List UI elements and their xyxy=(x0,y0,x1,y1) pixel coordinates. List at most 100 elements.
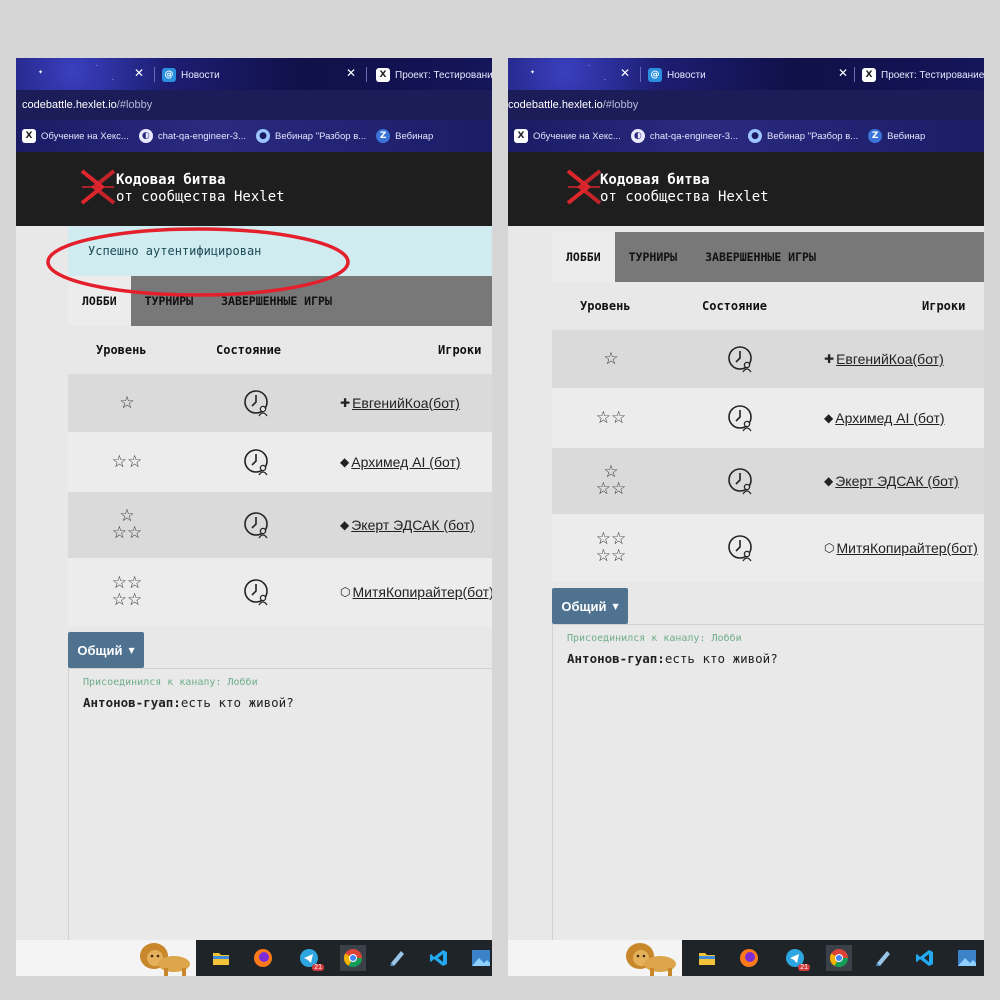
notes-icon[interactable] xyxy=(384,945,410,971)
files-icon[interactable] xyxy=(208,945,234,971)
chat-channel-dropdown[interactable]: Общий ▼ xyxy=(68,632,144,668)
chat-icon: ◐ xyxy=(138,129,153,143)
photos-icon[interactable] xyxy=(468,945,492,971)
hexlet-icon: X xyxy=(862,68,876,82)
tab-lobby[interactable]: ЛОББИ xyxy=(68,276,131,326)
site-logo-text[interactable]: Кодовая битва от сообщества Hexlet xyxy=(600,172,769,206)
player-link[interactable]: Экерт ЭДСАК (бот) xyxy=(835,473,958,489)
globe-icon: ● xyxy=(748,129,763,143)
player-link[interactable]: ЕвгенийКоа(бот) xyxy=(352,395,460,411)
waiting-clock-icon xyxy=(728,535,752,562)
close-tab-icon[interactable]: ✕ xyxy=(346,66,356,80)
column-state[interactable]: Состояние xyxy=(216,326,281,374)
player-link[interactable]: Экерт ЭДСАК (бот) xyxy=(351,517,474,533)
bot-lang-icon: ◆ xyxy=(824,411,834,425)
players-cell: ◆ Экерт ЭДСАК (бот) xyxy=(340,492,492,558)
tab-finished-games[interactable]: ЗАВЕРШЕННЫЕ ИГРЫ xyxy=(207,276,346,326)
table-row[interactable]: ☆☆ ◆ Архимед AI (бот) xyxy=(552,388,984,448)
close-tab-icon[interactable]: ✕ xyxy=(134,66,144,80)
level-stars-row2: ☆☆ xyxy=(111,590,143,610)
tab-project[interactable]: X Проект: Тестирование xyxy=(376,66,492,84)
player-link[interactable]: ЕвгенийКоа(бот) xyxy=(836,351,944,367)
waiting-clock-icon xyxy=(728,468,752,495)
decor-star: · xyxy=(96,63,98,70)
bookmark-label: chat-qa-engineer-3... xyxy=(157,130,247,142)
address-bar[interactable]: codebattle.hexlet.io/#lobby xyxy=(16,90,492,120)
bookmark-hexlet[interactable]: X Обучение на Хекс... xyxy=(22,129,129,143)
firefox-icon[interactable] xyxy=(250,945,276,971)
telegram-icon[interactable]: 21 xyxy=(296,945,324,971)
bookmark-webinar[interactable]: ● Вебинар "Разбор в... xyxy=(748,129,858,143)
chat-system-message: Присоединился к каналу: Лобби xyxy=(567,633,742,644)
lion-icon xyxy=(140,943,190,976)
column-players[interactable]: Игроки xyxy=(438,326,481,374)
column-players[interactable]: Игроки xyxy=(922,282,965,330)
hexlet-logo-icon[interactable] xyxy=(564,167,604,207)
chat-channel-dropdown[interactable]: Общий ▼ xyxy=(552,588,628,624)
bookmark-chat[interactable]: ◐ chat-qa-engineer-3... xyxy=(138,129,247,143)
tab-news-label: Новости xyxy=(181,69,220,81)
column-level[interactable]: Уровень xyxy=(580,282,631,330)
star-icon: ☆ xyxy=(119,394,134,412)
tab-lobby[interactable]: ЛОББИ xyxy=(552,232,615,282)
screenshot-after: ✦ · · ✕ @ Новости ✕ X Проект: Тестирован… xyxy=(508,58,984,976)
column-level[interactable]: Уровень xyxy=(96,326,147,374)
tab-finished-games[interactable]: ЗАВЕРШЕННЫЕ ИГРЫ xyxy=(691,232,830,282)
table-row[interactable]: ☆ ✚ ЕвгенийКоа(бот) xyxy=(552,330,984,388)
chat-author[interactable]: Антонов-гуап: xyxy=(567,651,665,666)
level-stars-row2: ☆☆ xyxy=(595,479,627,499)
site-header: Кодовая битва от сообщества Hexlet xyxy=(16,152,492,226)
chat-author[interactable]: Антонов-гуап: xyxy=(83,695,181,710)
player-link[interactable]: Архимед AI (бот) xyxy=(351,454,460,470)
bookmark-hexlet[interactable]: X Обучение на Хекс... xyxy=(514,129,621,143)
chrome-icon[interactable] xyxy=(340,945,366,971)
tab-news[interactable]: @ Новости xyxy=(648,66,706,84)
hexlet-icon: X xyxy=(376,68,390,82)
level-stars: ☆☆ xyxy=(595,407,627,428)
bookmark-zoom[interactable]: Z Вебинар xyxy=(868,129,925,143)
column-state[interactable]: Состояние xyxy=(702,282,767,330)
notes-icon[interactable] xyxy=(870,945,896,971)
player-link[interactable]: МитяКопирайтер(бот) xyxy=(352,584,492,600)
table-row[interactable]: ☆☆ ◆ Архимед AI (бот) xyxy=(68,432,492,492)
bookmark-label: Вебинар "Разбор в... xyxy=(767,130,859,142)
files-icon[interactable] xyxy=(694,945,720,971)
close-tab-icon[interactable]: ✕ xyxy=(620,66,630,80)
tab-divider xyxy=(366,67,367,82)
chrome-icon[interactable] xyxy=(826,945,852,971)
waiting-clock-icon xyxy=(244,390,268,417)
lobby-table-header: Уровень Состояние Игроки xyxy=(68,326,492,374)
player-link[interactable]: Архимед AI (бот) xyxy=(835,410,944,426)
site-logo-text[interactable]: Кодовая битва от сообщества Hexlet xyxy=(116,172,285,206)
table-row[interactable]: ☆☆ ☆☆ ⬡ МитяКопирайтер(бот) xyxy=(68,558,492,626)
bookmark-zoom[interactable]: Z Вебинар xyxy=(376,129,433,143)
telegram-icon[interactable]: 21 xyxy=(782,945,810,971)
level-cell: ☆☆ ☆☆ xyxy=(552,514,670,582)
bookmark-chat[interactable]: ◐ chat-qa-engineer-3... xyxy=(630,129,738,143)
chat-panel: Присоединился к каналу: Лобби Антонов-гу… xyxy=(68,668,492,940)
close-tab-icon[interactable]: ✕ xyxy=(838,66,848,80)
table-row[interactable]: ☆ ☆☆ ◆ Экерт ЭДСАК (бот) xyxy=(68,492,492,558)
state-cell xyxy=(676,388,806,448)
tab-project[interactable]: X Проект: Тестирование xyxy=(862,66,984,84)
vscode-icon[interactable] xyxy=(912,945,938,971)
tab-news[interactable]: @ Новости xyxy=(162,66,220,84)
players-cell: ◆ Архимед AI (бот) xyxy=(340,432,492,492)
hexlet-icon: X xyxy=(514,129,528,143)
bookmark-webinar[interactable]: ● Вебинар "Разбор в... xyxy=(256,129,366,143)
hexlet-logo-icon[interactable] xyxy=(78,167,118,207)
vscode-icon[interactable] xyxy=(426,945,452,971)
star-icon: ☆☆ xyxy=(112,453,142,471)
address-bar[interactable]: codebattle.hexlet.io/#lobby xyxy=(508,90,984,120)
table-row[interactable]: ☆ ✚ ЕвгенийКоа(бот) xyxy=(68,374,492,432)
tab-tournaments[interactable]: ТУРНИРЫ xyxy=(615,232,691,282)
tab-tournaments[interactable]: ТУРНИРЫ xyxy=(131,276,207,326)
photos-icon[interactable] xyxy=(954,945,980,971)
firefox-icon[interactable] xyxy=(736,945,762,971)
table-row[interactable]: ☆☆ ☆☆ ⬡ МитяКопирайтер(бот) xyxy=(552,514,984,582)
chat-system-message: Присоединился к каналу: Лобби xyxy=(83,677,258,688)
table-row[interactable]: ☆ ☆☆ ◆ Экерт ЭДСАК (бот) xyxy=(552,448,984,514)
telegram-badge: 21 xyxy=(798,964,810,971)
player-link[interactable]: МитяКопирайтер(бот) xyxy=(836,540,977,556)
os-taskbar: 21 xyxy=(508,940,984,976)
